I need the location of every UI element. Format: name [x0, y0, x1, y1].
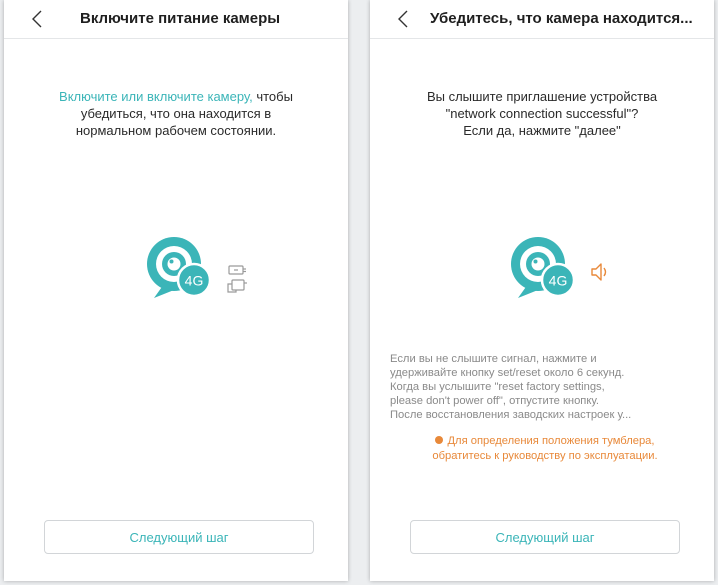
camera-4g-icon: 4G: [147, 237, 212, 298]
power-on-screen: Включите питание камеры Включите или вкл…: [4, 0, 348, 581]
nav-header: Убедитесь, что камера находится...: [370, 0, 714, 39]
reset-hint: Если вы не слышите сигнал, нажмите и уде…: [390, 352, 700, 422]
switch-warning: Для определения положения тумблера, обра…: [390, 434, 700, 464]
instruction-highlight[interactable]: Включите или включите камеру,: [59, 89, 253, 104]
hint-line4: please don't power off", отпустите кнопк…: [390, 395, 599, 407]
next-step-button[interactable]: Следующий шаг: [44, 520, 314, 554]
hint-line3: Когда вы услышите "reset factory setting…: [390, 381, 605, 393]
speaker-icon: [591, 263, 607, 281]
page-title: Включите питание камеры: [80, 10, 281, 27]
hint-line2: удерживайте кнопку set/reset около 6 сек…: [390, 367, 625, 379]
power-switch-icon: [227, 265, 247, 293]
back-chevron-icon[interactable]: [28, 9, 48, 29]
hint-line1: Если вы не слышите сигнал, нажмите и: [390, 353, 597, 365]
prompt-line1: Вы слышите приглашение устройства: [426, 89, 658, 104]
instruction-line3: нормальном рабочем состоянии.: [75, 123, 277, 138]
prompt-line3: Если да, нажмите "далее": [463, 123, 621, 138]
warning-dot-icon: [435, 436, 444, 444]
nav-header: Включите питание камеры: [4, 0, 348, 39]
prompt-line2: "network connection successful"?: [445, 106, 639, 121]
prompt-text: Вы слышите приглашение устройства "netwo…: [410, 88, 674, 139]
camera-4g-badge: 4G: [549, 273, 568, 289]
instruction-line2: убедиться, что она находится в: [80, 106, 272, 121]
camera-4g-badge: 4G: [185, 273, 204, 289]
hint-line5: После восстановления заводских настроек …: [390, 409, 632, 421]
confirm-camera-screen: Убедитесь, что камера находится... Вы сл…: [370, 0, 714, 581]
camera-4g-icon: 4G: [511, 237, 576, 298]
back-chevron-icon[interactable]: [394, 9, 414, 29]
warning-line1: Для определения положения тумблера,: [447, 435, 655, 447]
page-title: Убедитесь, что камера находится...: [430, 10, 693, 27]
camera-illustration: 4G: [511, 237, 607, 298]
next-step-button[interactable]: Следующий шаг: [410, 520, 680, 554]
instruction-line1-rest: чтобы: [252, 89, 293, 104]
instruction-text: Включите или включите камеру, чтобы убед…: [44, 88, 308, 139]
warning-line2: обратитесь к руководству по эксплуатации…: [432, 450, 658, 462]
camera-illustration: 4G: [147, 237, 247, 298]
